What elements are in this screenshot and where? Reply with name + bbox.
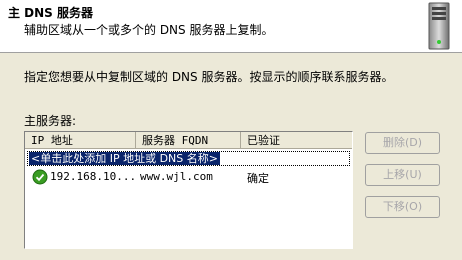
wizard-header: 主 DNS 服务器 辅助区域从一个或多个的 DNS 服务器上复制。 xyxy=(0,0,462,53)
page-title: 主 DNS 服务器 xyxy=(8,6,94,20)
move-up-button[interactable]: 上移(U) xyxy=(365,164,440,186)
column-header-ip[interactable]: IP 地址 xyxy=(25,132,136,149)
instruction-text: 指定您想要从中复制区域的 DNS 服务器。按显示的顺序联系服务器。 xyxy=(24,70,394,84)
master-servers-list[interactable]: IP 地址 服务器 FQDN 已验证 <单击此处添加 IP 地址或 DNS 名称… xyxy=(24,131,353,249)
cell-server-fqdn: www.wjl.com xyxy=(140,170,213,183)
move-down-button[interactable]: 下移(O) xyxy=(365,196,440,218)
add-server-entry[interactable]: <单击此处添加 IP 地址或 DNS 名称> xyxy=(27,151,350,166)
column-header-verified[interactable]: 已验证 xyxy=(241,132,352,149)
delete-button[interactable]: 删除(D) xyxy=(365,132,440,154)
cell-verified: 确定 xyxy=(247,172,269,185)
cell-ip-address: 192.168.10... xyxy=(50,170,137,183)
table-row[interactable]: 192.168.10... www.wjl.com 确定 xyxy=(25,168,352,186)
page-subtitle: 辅助区域从一个或多个的 DNS 服务器上复制。 xyxy=(24,23,274,37)
master-servers-label: 主服务器: xyxy=(24,114,77,128)
column-header-fqdn[interactable]: 服务器 FQDN xyxy=(136,132,241,149)
server-icon xyxy=(428,2,450,50)
add-server-entry-text: <单击此处添加 IP 地址或 DNS 名称> xyxy=(29,152,220,165)
check-icon xyxy=(32,169,48,185)
list-header: IP 地址 服务器 FQDN 已验证 xyxy=(25,132,352,149)
